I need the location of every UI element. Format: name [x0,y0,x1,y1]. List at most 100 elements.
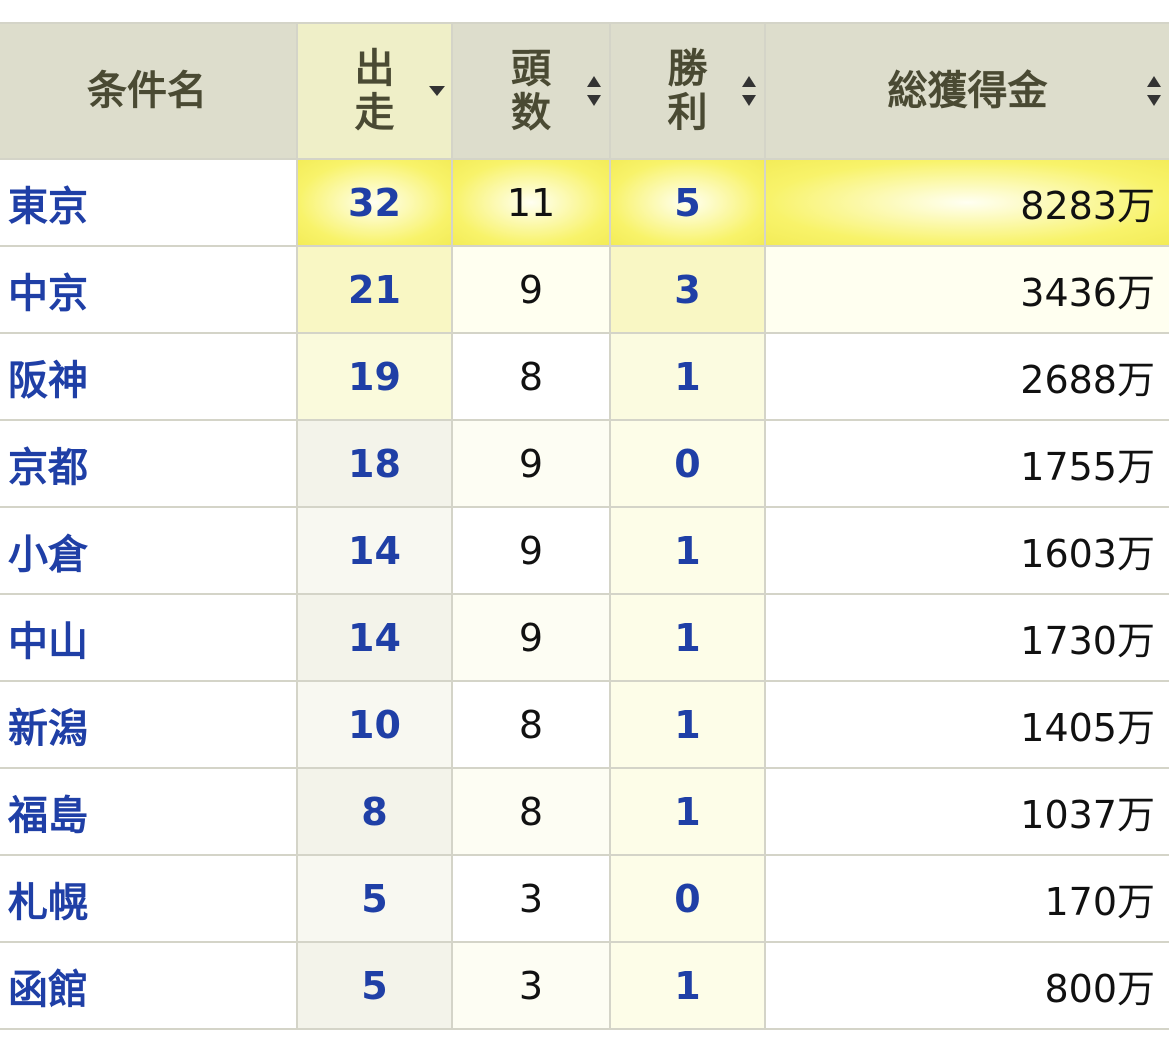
cell-name: 阪神 [0,332,298,421]
wins-link[interactable]: 0 [674,442,700,486]
racecourse-link[interactable]: 函館 [8,967,88,1013]
cell-runs: 5 [296,941,453,1030]
sort-arrows-icon [1147,76,1161,106]
cell-name: 札幌 [0,854,298,943]
runs-link[interactable]: 21 [348,268,401,312]
header-heads-label: 頭数 [511,46,551,136]
cell-heads: 3 [451,941,611,1030]
table-row: 東京 32 11 5 8283万 [0,158,1169,247]
cell-wins: 1 [609,680,766,769]
racecourse-link[interactable]: 新潟 [8,706,88,752]
wins-link[interactable]: 0 [674,877,700,921]
cell-runs: 32 [296,158,453,247]
header-runs-label: 出走 [354,46,395,136]
caret-down-icon [429,86,445,96]
table-row: 京都 18 9 0 1755万 [0,419,1169,508]
wins-link[interactable]: 1 [674,703,700,747]
cell-prize: 800万 [764,941,1169,1030]
cell-name: 函館 [0,941,298,1030]
racecourse-link[interactable]: 東京 [8,184,88,230]
cell-prize: 1603万 [764,506,1169,595]
cell-runs: 18 [296,419,453,508]
table-row: 阪神 19 8 1 2688万 [0,332,1169,421]
runs-link[interactable]: 5 [361,877,387,921]
runs-link[interactable]: 14 [348,616,401,660]
cell-runs: 14 [296,593,453,682]
runs-link[interactable]: 32 [348,181,401,225]
cell-name: 新潟 [0,680,298,769]
cell-prize: 1037万 [764,767,1169,856]
runs-link[interactable]: 19 [348,355,401,399]
header-runs[interactable]: 出走 [296,22,453,160]
racecourse-link[interactable]: 中京 [8,271,88,317]
cell-heads: 9 [451,593,611,682]
cell-runs: 21 [296,245,453,334]
racecourse-link[interactable]: 阪神 [8,358,88,404]
runs-link[interactable]: 18 [348,442,401,486]
racecourse-link[interactable]: 京都 [8,445,88,491]
table-row: 中京 21 9 3 3436万 [0,245,1169,334]
header-wins-label: 勝利 [667,46,708,136]
runs-link[interactable]: 5 [361,964,387,1008]
cell-name: 小倉 [0,506,298,595]
cell-heads: 9 [451,419,611,508]
racecourse-link[interactable]: 福島 [8,793,88,839]
cell-name: 東京 [0,158,298,247]
cell-wins: 1 [609,767,766,856]
wins-link[interactable]: 5 [674,181,700,225]
cell-wins: 1 [609,332,766,421]
cell-heads: 11 [451,158,611,247]
cell-prize: 2688万 [764,332,1169,421]
cell-runs: 5 [296,854,453,943]
wins-link[interactable]: 1 [674,790,700,834]
table-row: 函館 5 3 1 800万 [0,941,1169,1030]
cell-name: 中京 [0,245,298,334]
cell-prize: 1755万 [764,419,1169,508]
cell-wins: 5 [609,158,766,247]
cell-name: 中山 [0,593,298,682]
runs-link[interactable]: 8 [361,790,387,834]
cell-name: 京都 [0,419,298,508]
wins-link[interactable]: 1 [674,355,700,399]
cell-wins: 1 [609,506,766,595]
cell-prize: 8283万 [764,158,1169,247]
cell-heads: 8 [451,680,611,769]
sort-arrows-icon [587,76,601,106]
cell-runs: 14 [296,506,453,595]
runs-link[interactable]: 14 [348,529,401,573]
stats-table-container: 条件名 出走 頭数 勝利 総獲得金 東京 32 11 5 8283万 中京 21… [0,22,1169,1030]
wins-link[interactable]: 1 [674,964,700,1008]
cell-wins: 3 [609,245,766,334]
cell-name: 福島 [0,767,298,856]
table-row: 中山 14 9 1 1730万 [0,593,1169,682]
cell-wins: 0 [609,854,766,943]
runs-link[interactable]: 10 [348,703,401,747]
racecourse-link[interactable]: 中山 [8,619,88,665]
cell-heads: 8 [451,332,611,421]
racecourse-stats-table: 条件名 出走 頭数 勝利 総獲得金 東京 32 11 5 8283万 中京 21… [0,22,1169,1030]
table-header-row: 条件名 出走 頭数 勝利 総獲得金 [0,22,1169,160]
cell-runs: 8 [296,767,453,856]
racecourse-link[interactable]: 札幌 [8,880,88,926]
header-wins[interactable]: 勝利 [609,22,766,160]
cell-wins: 0 [609,419,766,508]
cell-heads: 8 [451,767,611,856]
header-name: 条件名 [0,22,298,160]
wins-link[interactable]: 1 [674,616,700,660]
cell-prize: 3436万 [764,245,1169,334]
cell-heads: 9 [451,245,611,334]
cell-wins: 1 [609,593,766,682]
table-row: 小倉 14 9 1 1603万 [0,506,1169,595]
racecourse-link[interactable]: 小倉 [8,532,88,578]
header-prize[interactable]: 総獲得金 [764,22,1169,160]
table-row: 福島 8 8 1 1037万 [0,767,1169,856]
header-name-label: 条件名 [87,68,207,114]
table-row: 札幌 5 3 0 170万 [0,854,1169,943]
sort-arrows-icon [742,76,756,106]
cell-prize: 170万 [764,854,1169,943]
header-heads[interactable]: 頭数 [451,22,611,160]
wins-link[interactable]: 3 [674,268,700,312]
cell-prize: 1730万 [764,593,1169,682]
wins-link[interactable]: 1 [674,529,700,573]
header-prize-label: 総獲得金 [887,68,1048,114]
